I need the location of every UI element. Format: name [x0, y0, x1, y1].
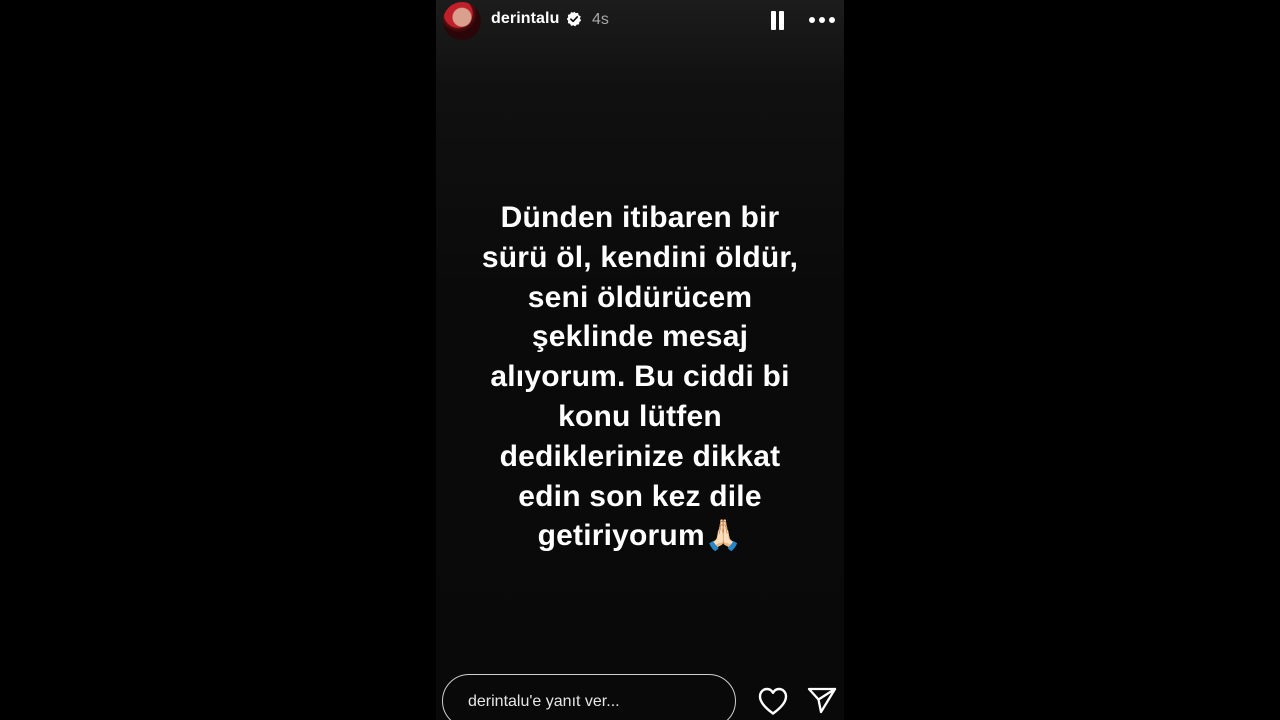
more-options-icon	[809, 17, 815, 23]
more-options-icon	[819, 17, 825, 23]
pause-icon	[779, 11, 784, 30]
more-options-icon	[829, 17, 835, 23]
story-timestamp: 4s	[592, 11, 609, 28]
username[interactable]: derintalu	[491, 10, 559, 28]
verified-badge-icon	[566, 11, 582, 27]
story-text: Dünden itibaren bir sürü öl, kendini öld…	[481, 201, 799, 553]
story-header: derintalu 4s	[436, 0, 844, 44]
reply-input[interactable]: derintalu'e yanıt ver...	[442, 674, 736, 720]
avatar[interactable]	[443, 2, 481, 40]
pause-icon	[771, 11, 776, 30]
pause-button[interactable]	[769, 11, 785, 31]
send-icon[interactable]	[806, 685, 838, 715]
reply-placeholder: derintalu'e yanıt ver...	[468, 693, 620, 710]
story-viewer: derintalu 4s Dünden itibaren bir sürü öl…	[436, 0, 844, 720]
heart-icon[interactable]	[757, 686, 789, 716]
more-options-button[interactable]	[808, 10, 836, 30]
